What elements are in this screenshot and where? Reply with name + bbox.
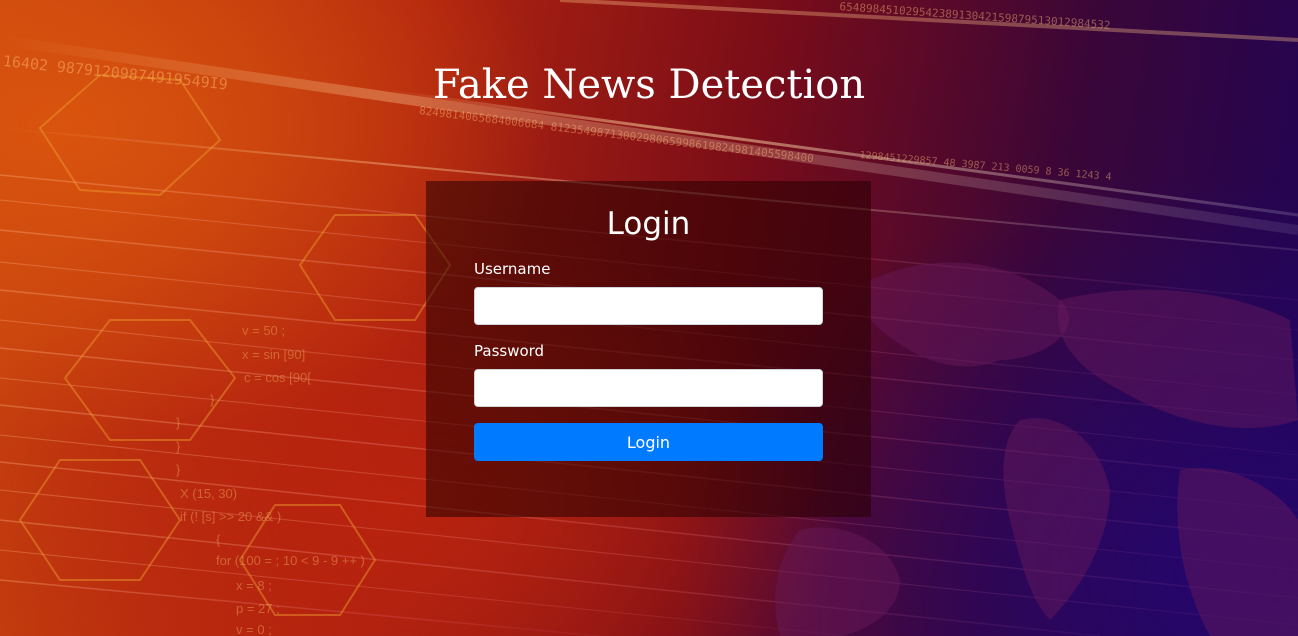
- bg-code-line: }: [176, 462, 181, 477]
- password-label: Password: [474, 342, 545, 360]
- login-heading: Login: [606, 206, 691, 242]
- login-button[interactable]: Login: [474, 423, 823, 461]
- login-form: Login Username Password Login: [426, 181, 871, 517]
- bg-code-line: for (100 = ; 10 < 9 - 9 ++ ): [216, 553, 365, 568]
- bg-code-line: X (15, 30): [180, 486, 238, 501]
- page-title: Fake News Detection: [432, 62, 866, 108]
- bg-code-line: p = 27 ;: [236, 601, 280, 616]
- bg-digit-string: 8249814065684006684 81235498713002980659…: [418, 104, 815, 166]
- password-input[interactable]: [474, 369, 823, 407]
- bg-code-line: c = cos [90[: [244, 370, 311, 385]
- bg-code-line: v = 50 ;: [242, 323, 285, 338]
- bg-code-line: x = sin [90]: [242, 347, 306, 362]
- bg-code-line: {: [216, 532, 221, 547]
- username-label: Username: [474, 260, 551, 278]
- bg-code-line: v = 0 ;: [236, 622, 272, 636]
- bg-code-line: x = 8 ;: [236, 578, 272, 593]
- bg-code-line: }: [176, 439, 181, 454]
- username-input[interactable]: [474, 287, 823, 325]
- bg-code-line: }: [176, 415, 181, 430]
- bg-code-line: if (! [s] >> 20 && ): [180, 509, 282, 524]
- bg-digit-string: 1298451229857 48 3987 213 0059 8 36 1243…: [859, 150, 1112, 183]
- bg-digit-string: 6548984510295423891304215987951301298453…: [839, 0, 1111, 32]
- bg-code-line: }: [210, 392, 215, 407]
